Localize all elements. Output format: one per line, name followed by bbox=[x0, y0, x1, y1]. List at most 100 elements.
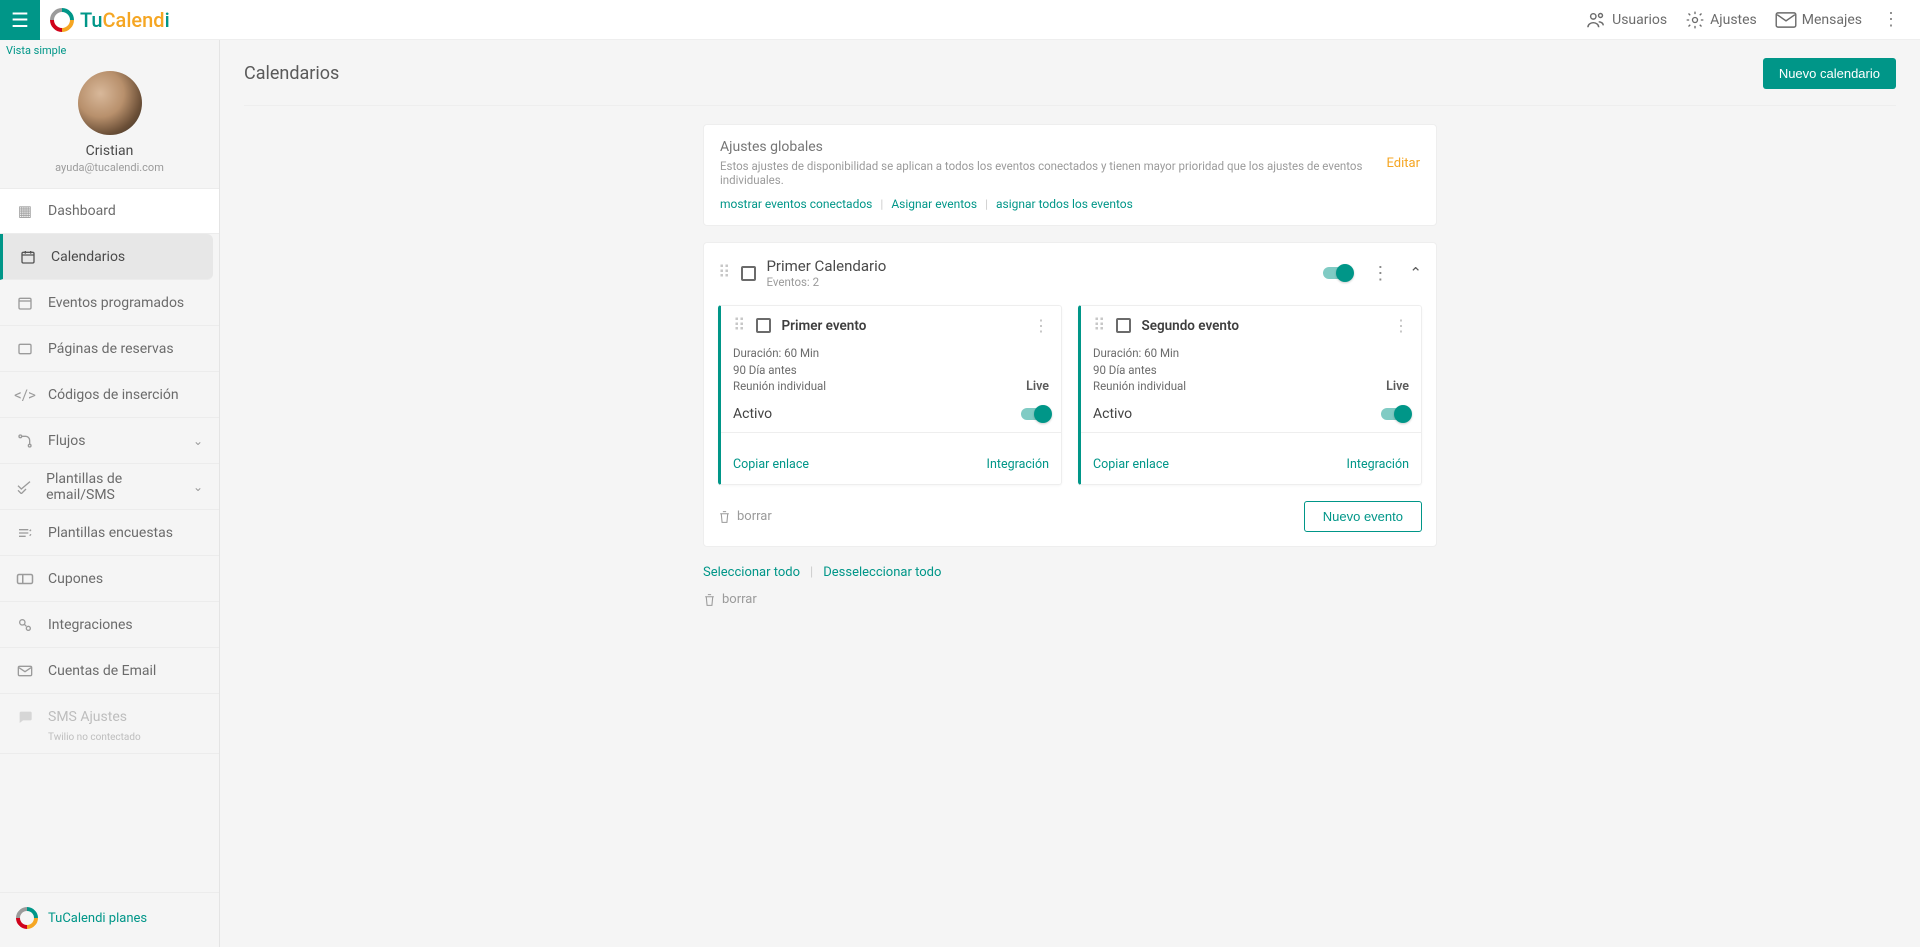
assign-all-events-link[interactable]: asignar todos los eventos bbox=[996, 197, 1133, 211]
logo-icon bbox=[45, 3, 79, 37]
sidebar-item-calendars[interactable]: Calendarios bbox=[0, 234, 213, 280]
topbar: ☰ TuCalendi Usuarios Ajustes Mensajes ⋮ bbox=[0, 0, 1920, 40]
sidebar-item-label: Códigos de inserción bbox=[48, 387, 179, 403]
calendar-more-icon[interactable]: ⋮ bbox=[1369, 263, 1391, 284]
sidebar-item-booking-pages[interactable]: Páginas de reservas bbox=[0, 326, 219, 372]
global-settings-title: Ajustes globales bbox=[720, 139, 1387, 155]
integrations-icon bbox=[16, 617, 34, 633]
calendar-subtitle: Eventos: 2 bbox=[766, 275, 886, 289]
global-settings-desc: Estos ajustes de disponibilidad se aplic… bbox=[720, 159, 1387, 187]
avatar[interactable] bbox=[78, 71, 142, 135]
messages-link[interactable]: Mensajes bbox=[1775, 12, 1862, 28]
copy-link[interactable]: Copiar enlace bbox=[1093, 457, 1169, 472]
users-link[interactable]: Usuarios bbox=[1585, 11, 1667, 29]
sidebar-item-integrations[interactable]: Integraciones bbox=[0, 602, 219, 648]
event-active-toggle[interactable] bbox=[1381, 408, 1409, 420]
event-more-icon[interactable]: ⋮ bbox=[1033, 316, 1049, 335]
calendar-title: Primer Calendario bbox=[766, 257, 886, 275]
hamburger-button[interactable]: ☰ bbox=[0, 0, 40, 40]
users-label: Usuarios bbox=[1612, 12, 1667, 28]
sidebar-item-sub: Twilio no contectado bbox=[0, 732, 219, 754]
event-active-label: Activo bbox=[733, 406, 772, 422]
new-event-button[interactable]: Nuevo evento bbox=[1304, 501, 1422, 532]
separator: | bbox=[810, 565, 813, 580]
calendar-icon bbox=[19, 249, 37, 265]
sidebar-item-label: SMS Ajustes bbox=[48, 709, 127, 725]
sidebar-item-label: Páginas de reservas bbox=[48, 341, 174, 357]
calendar-checkbox[interactable] bbox=[741, 266, 756, 281]
event-days: 90 Día antes bbox=[1093, 362, 1409, 379]
event-checkbox[interactable] bbox=[1116, 318, 1131, 333]
nav: ▦ Dashboard Calendarios Eventos programa… bbox=[0, 188, 219, 892]
ticket-icon bbox=[16, 573, 34, 585]
sidebar-item-embed[interactable]: </> Códigos de inserción bbox=[0, 372, 219, 418]
event-type: Reunión individual bbox=[733, 378, 826, 396]
profile-name: Cristian bbox=[86, 143, 134, 159]
event-checkbox[interactable] bbox=[756, 318, 771, 333]
flow-icon bbox=[16, 433, 34, 449]
logo-icon bbox=[11, 902, 42, 933]
simple-view-link[interactable]: Vista simple bbox=[0, 40, 219, 61]
event-active-toggle[interactable] bbox=[1021, 408, 1049, 420]
sidebar-item-scheduled[interactable]: Eventos programados bbox=[0, 280, 219, 326]
sidebar-item-coupons[interactable]: Cupones bbox=[0, 556, 219, 602]
global-edit-link[interactable]: Editar bbox=[1387, 156, 1421, 171]
sidebar: Vista simple Cristian ayuda@tucalendi.co… bbox=[0, 40, 220, 947]
calendar-delete[interactable]: borrar bbox=[718, 509, 772, 524]
messages-label: Mensajes bbox=[1802, 12, 1862, 28]
logo[interactable]: TuCalendi bbox=[40, 8, 170, 32]
chevron-down-icon: ⌄ bbox=[193, 480, 203, 494]
assign-events-link[interactable]: Asignar eventos bbox=[891, 197, 977, 211]
select-all-link[interactable]: Seleccionar todo bbox=[703, 565, 800, 580]
main: Calendarios Nuevo calendario Ajustes glo… bbox=[220, 40, 1920, 947]
drag-handle-icon[interactable]: ⠿ bbox=[733, 321, 746, 331]
drag-handle-icon[interactable]: ⠿ bbox=[718, 268, 731, 278]
sidebar-item-label: Calendarios bbox=[51, 249, 125, 265]
global-settings-card: Ajustes globales Estos ajustes de dispon… bbox=[703, 124, 1437, 226]
logo-part1: Tu bbox=[80, 8, 103, 32]
sidebar-footer-label: TuCalendi planes bbox=[48, 911, 147, 926]
event-days: 90 Día antes bbox=[733, 362, 1049, 379]
logo-part2: Calend bbox=[103, 8, 165, 32]
drag-handle-icon[interactable]: ⠿ bbox=[1093, 321, 1106, 331]
logo-part3: i bbox=[165, 8, 170, 32]
trash-icon bbox=[718, 510, 731, 524]
sidebar-item-label: Dashboard bbox=[48, 203, 116, 219]
chevron-up-icon[interactable]: ⌃ bbox=[1409, 264, 1422, 282]
selection-row: Seleccionar todo | Desseleccionar todo bbox=[703, 565, 1437, 580]
sidebar-item-label: Integraciones bbox=[48, 617, 133, 633]
event-live-badge: Live bbox=[1386, 378, 1409, 396]
sidebar-item-email-accounts[interactable]: Cuentas de Email bbox=[0, 648, 219, 694]
profile-email: ayuda@tucalendi.com bbox=[55, 161, 164, 174]
sidebar-item-templates[interactable]: Plantillas de email/SMS ⌄ bbox=[0, 464, 219, 510]
event-more-icon[interactable]: ⋮ bbox=[1393, 316, 1409, 335]
sidebar-item-surveys[interactable]: Plantillas encuestas bbox=[0, 510, 219, 556]
integration-link[interactable]: Integración bbox=[987, 457, 1049, 472]
page-icon bbox=[16, 342, 34, 356]
sidebar-item-dashboard[interactable]: ▦ Dashboard bbox=[0, 188, 219, 234]
topbar-more-icon[interactable]: ⋮ bbox=[1880, 9, 1902, 30]
bulk-delete[interactable]: borrar bbox=[703, 592, 1437, 607]
copy-link[interactable]: Copiar enlace bbox=[733, 457, 809, 472]
sms-icon bbox=[16, 709, 34, 725]
delete-label: borrar bbox=[737, 509, 772, 524]
event-card: ⠿ Primer evento ⋮ Duración: 60 Min 90 Dí… bbox=[718, 305, 1062, 485]
deselect-all-link[interactable]: Desseleccionar todo bbox=[823, 565, 941, 580]
sidebar-item-label: Flujos bbox=[48, 433, 85, 449]
new-calendar-button[interactable]: Nuevo calendario bbox=[1763, 58, 1896, 89]
integration-link[interactable]: Integración bbox=[1347, 457, 1409, 472]
sidebar-footer-plans[interactable]: TuCalendi planes bbox=[0, 892, 219, 947]
event-card: ⠿ Segundo evento ⋮ Duración: 60 Min 90 D… bbox=[1078, 305, 1422, 485]
calendar-toggle[interactable] bbox=[1323, 267, 1351, 279]
sidebar-item-label: Eventos programados bbox=[48, 295, 184, 311]
trash-icon bbox=[703, 593, 716, 607]
show-connected-events-link[interactable]: mostrar eventos conectados bbox=[720, 197, 872, 211]
calendar-check-icon bbox=[16, 295, 34, 311]
logo-text: TuCalendi bbox=[80, 8, 170, 32]
page-title: Calendarios bbox=[244, 63, 339, 84]
settings-link[interactable]: Ajustes bbox=[1685, 10, 1757, 30]
code-icon: </> bbox=[16, 386, 34, 404]
sidebar-item-label: Plantillas de email/SMS bbox=[46, 471, 179, 503]
divider bbox=[721, 432, 1061, 433]
sidebar-item-flows[interactable]: Flujos ⌄ bbox=[0, 418, 219, 464]
